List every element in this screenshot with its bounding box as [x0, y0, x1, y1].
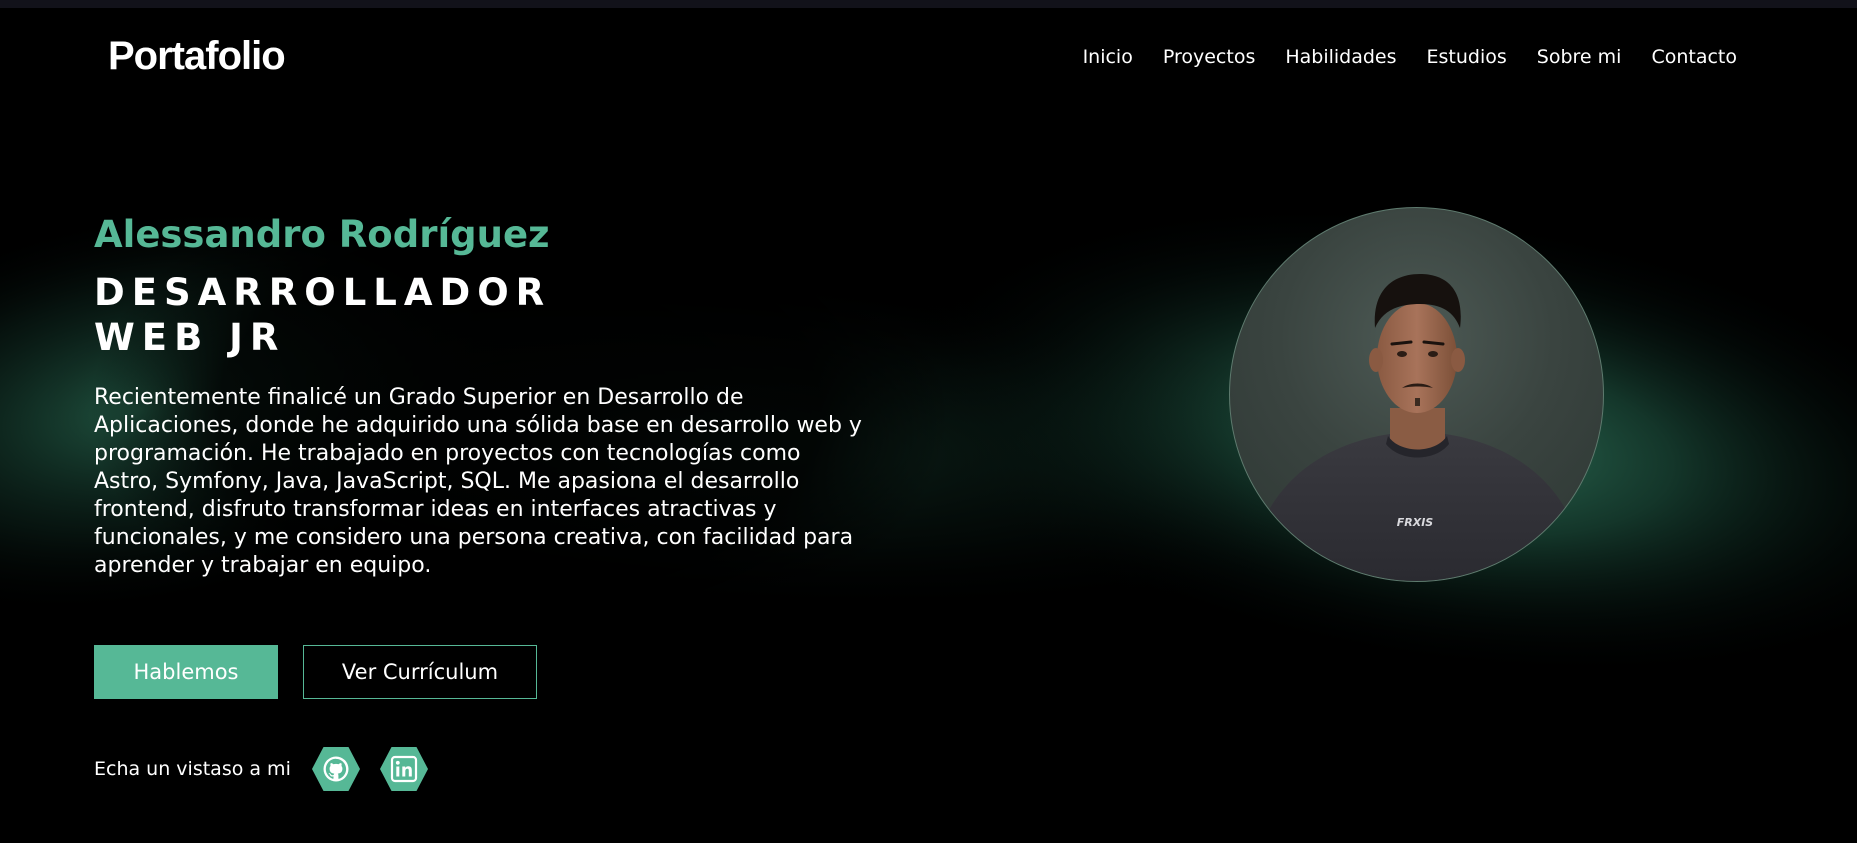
hero-role-line1: DESARROLLADOR — [94, 271, 552, 314]
hero-buttons: Hablemos Ver Currículum — [94, 645, 537, 699]
hero-section: Alessandro Rodríguez DESARROLLADOR WEB J… — [94, 210, 874, 580]
svg-text:FRXIS: FRXIS — [1397, 516, 1434, 529]
top-strip — [0, 0, 1857, 8]
social-label: Echa un vistaso a mi — [94, 758, 291, 780]
nav-habilidades[interactable]: Habilidades — [1285, 46, 1396, 68]
hero-role-line2: WEB JR — [94, 316, 286, 359]
nav-contacto[interactable]: Contacto — [1651, 46, 1737, 68]
nav-estudios[interactable]: Estudios — [1427, 46, 1507, 68]
logo[interactable]: Portafolio — [108, 34, 286, 79]
page: Portafolio Inicio Proyectos Habilidades … — [0, 0, 1857, 843]
github-icon[interactable] — [311, 746, 361, 792]
profile-photo: FRXIS — [1229, 207, 1604, 582]
site-header: Portafolio Inicio Proyectos Habilidades … — [0, 8, 1857, 108]
ver-curriculum-button[interactable]: Ver Currículum — [303, 645, 537, 699]
hero-role: DESARROLLADOR WEB JR — [94, 270, 874, 360]
nav-sobre-mi[interactable]: Sobre mi — [1537, 46, 1622, 68]
main-nav: Inicio Proyectos Habilidades Estudios So… — [1083, 46, 1737, 68]
profile-illustration: FRXIS — [1260, 274, 1575, 581]
hero-name: Alessandro Rodríguez — [94, 213, 550, 256]
hablemos-button[interactable]: Hablemos — [94, 645, 278, 699]
hero-description: Recientemente finalicé un Grado Superior… — [94, 385, 862, 578]
social-links: Echa un vistaso a mi — [94, 746, 429, 792]
nav-inicio[interactable]: Inicio — [1083, 46, 1133, 68]
linkedin-icon[interactable] — [379, 746, 429, 792]
nav-proyectos[interactable]: Proyectos — [1163, 46, 1256, 68]
